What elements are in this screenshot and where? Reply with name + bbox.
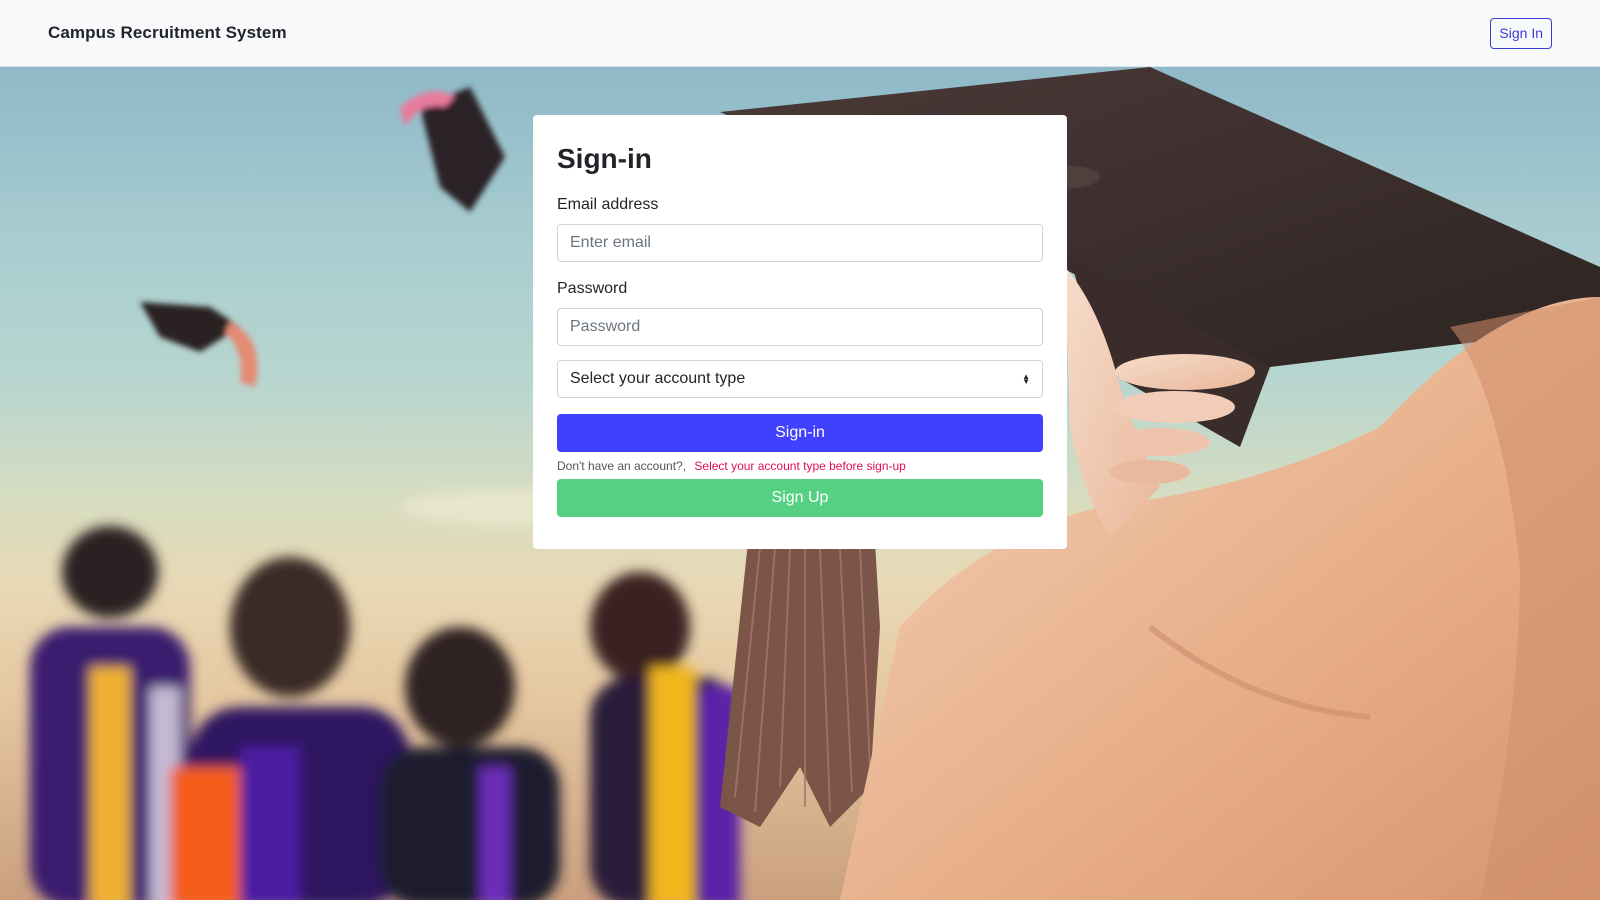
signup-hint-text: Select your account type before sign-up — [694, 459, 906, 473]
password-input[interactable] — [557, 308, 1043, 346]
no-account-text: Don't have an account?, — [557, 459, 687, 473]
signup-button[interactable]: Sign Up — [557, 479, 1043, 517]
top-navbar: Campus Recruitment System Sign In — [0, 0, 1600, 67]
signin-submit-button[interactable]: Sign-in — [557, 414, 1043, 452]
account-type-value: Select your account type — [570, 370, 746, 387]
brand-title[interactable]: Campus Recruitment System — [48, 23, 287, 43]
password-label: Password — [557, 280, 628, 297]
nav-signin-button[interactable]: Sign In — [1490, 17, 1552, 49]
account-type-select[interactable]: Select your account type ▲ ▼ — [557, 360, 1043, 398]
email-label: Email address — [557, 196, 659, 213]
email-input[interactable] — [557, 224, 1043, 262]
up-down-caret-icon: ▲ ▼ — [1022, 372, 1030, 386]
signin-card: Sign-in Email address Password Select yo… — [533, 115, 1067, 549]
page-title: Sign-in — [557, 143, 652, 174]
signup-helper-text: Don't have an account?, Select your acco… — [557, 459, 1043, 473]
